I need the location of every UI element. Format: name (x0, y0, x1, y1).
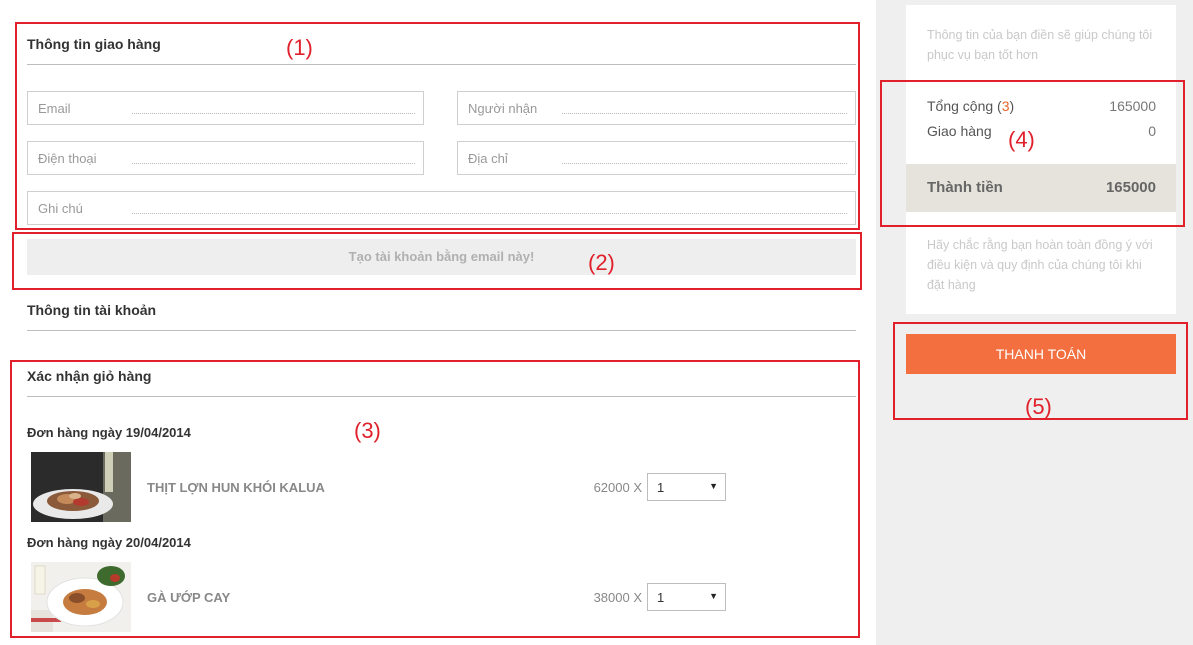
annotation-box-2 (12, 232, 862, 290)
account-section-title: Thông tin tài khoản (27, 302, 157, 318)
annotation-label-1: (1) (286, 35, 313, 60)
account-section-divider (27, 330, 856, 331)
annotation-label-4: (4) (1008, 127, 1035, 152)
annotation-label-5: (5) (1025, 394, 1052, 419)
annotation-box-3 (10, 360, 860, 638)
annotation-label-2: (2) (588, 250, 615, 275)
annotation-label-3: (3) (354, 418, 381, 443)
terms-text: Hãy chắc rằng bạn hoàn toàn đồng ý với đ… (927, 238, 1153, 292)
sidebar-intro-text: Thông tin của bạn điền sẽ giúp chúng tôi… (927, 28, 1153, 62)
annotation-box-1 (15, 22, 860, 230)
annotation-box-4 (880, 80, 1185, 227)
